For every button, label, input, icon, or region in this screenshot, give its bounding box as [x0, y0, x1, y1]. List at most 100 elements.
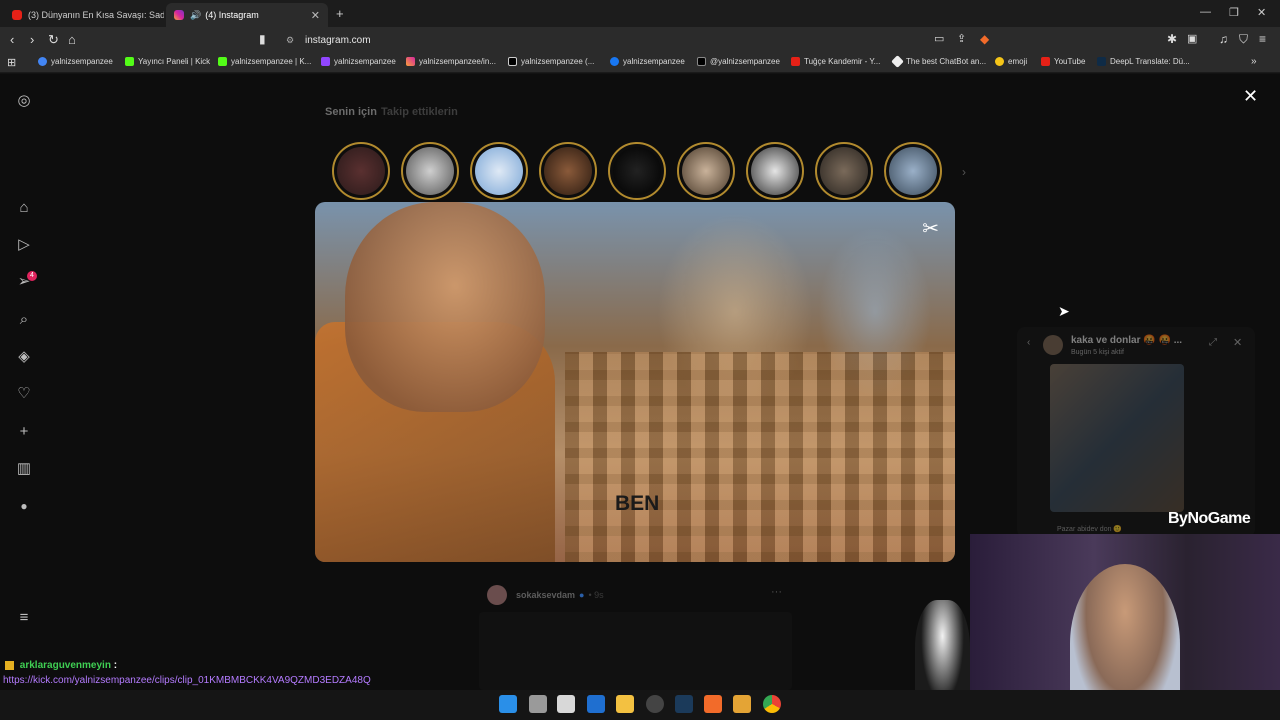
chat-overlay-link[interactable]: https://kick.com/yalnizsempanzee/clips/c… — [3, 675, 371, 686]
tab-instagram[interactable]: 🔊 (4) Instagram ✕ — [166, 3, 328, 27]
brave-icon[interactable] — [704, 695, 722, 713]
maximize-button[interactable]: ❐ — [1229, 6, 1239, 19]
x-icon — [697, 57, 706, 66]
story-avatar[interactable] — [401, 142, 459, 200]
bookmark-item[interactable]: yalnizsempanzee — [38, 57, 113, 66]
bookmark-item[interactable]: emoji — [995, 57, 1027, 66]
apps-grid-icon[interactable]: ⊞ — [7, 56, 16, 69]
address-bar[interactable]: ⚙ instagram.com — [280, 30, 1000, 50]
bookmarks-bar: ⊞ yalnizsempanzee Yayıncı Paneli | Kick … — [0, 53, 1280, 73]
story-avatar[interactable] — [884, 142, 942, 200]
more-menu-icon[interactable]: ≡ — [15, 609, 33, 627]
bookmark-icon[interactable]: ▮ — [259, 32, 266, 46]
new-tab-button[interactable]: + — [336, 6, 344, 21]
bookmark-item[interactable]: The best ChatBot an... — [891, 55, 986, 68]
bookmark-item[interactable]: yalnizsempanzee — [610, 57, 685, 66]
explore-icon[interactable]: ◈ — [15, 348, 33, 366]
pastry-trays — [565, 352, 955, 562]
expand-icon[interactable]: ⤢ — [1209, 337, 1217, 348]
bookmark-item[interactable]: yalnizsempanzee (... — [508, 57, 594, 66]
photos-icon[interactable] — [587, 695, 605, 713]
chrome-icon[interactable] — [763, 695, 781, 713]
app-icon[interactable] — [557, 695, 575, 713]
close-icon[interactable]: ✕ — [1243, 86, 1258, 107]
bookmark-label: @yalnizsempanzee — [710, 57, 780, 66]
stories-next-icon[interactable]: › — [962, 165, 966, 179]
chat-popup[interactable]: ‹ kaka ve donlar 🤬 🤬 ... Bugün 5 kişi ak… — [1017, 327, 1255, 537]
bookmark-label: yalnizsempanzee | K... — [231, 57, 312, 66]
minimize-button[interactable]: — — [1200, 6, 1211, 18]
more-options-icon[interactable]: ··· — [771, 586, 782, 598]
reels-icon[interactable]: ▷ — [15, 236, 33, 254]
subscriber-badge-icon — [5, 660, 14, 670]
avatar — [889, 147, 937, 195]
chat-back-icon[interactable]: ‹ — [1027, 337, 1030, 348]
tiktok-icon — [508, 57, 517, 66]
notifications-heart-icon[interactable]: ♡ — [15, 385, 33, 403]
story-avatar[interactable] — [815, 142, 873, 200]
start-icon[interactable] — [499, 695, 517, 713]
story-avatar[interactable] — [539, 142, 597, 200]
bookmark-item[interactable]: Tuğçe Kandemir - Y... — [791, 57, 880, 66]
cast-icon[interactable]: ▭ — [934, 32, 944, 45]
deepl-icon — [1097, 57, 1106, 66]
bookmark-item[interactable]: yalnizsempanzee/in... — [406, 57, 496, 66]
site-info-icon[interactable]: ⚙ — [286, 35, 294, 46]
video-player[interactable]: BEN ✂ — [315, 202, 955, 562]
close-tab-icon[interactable]: ✕ — [311, 9, 320, 22]
bookmark-item[interactable]: DeepL Translate: Dü... — [1097, 57, 1190, 66]
media-icon[interactable]: ♫ — [1219, 32, 1228, 46]
more-bookmarks-icon[interactable]: » — [1251, 56, 1257, 67]
tab-youtube[interactable]: (3) Dünyanın En Kısa Savaşı: Sadece — [4, 3, 164, 27]
windows-taskbar — [0, 690, 1280, 720]
home-icon[interactable]: ⌂ — [15, 199, 33, 217]
tab-bar: (3) Dünyanın En Kısa Savaşı: Sadece 🔊 (4… — [0, 0, 1280, 27]
chat-media-grid[interactable] — [1050, 364, 1184, 512]
post-media[interactable] — [479, 612, 792, 690]
story-avatar[interactable] — [677, 142, 735, 200]
instagram-logo-icon[interactable]: ◎ — [15, 92, 33, 110]
avatar — [544, 147, 592, 195]
bookmark-item[interactable]: yalnizsempanzee — [321, 57, 396, 66]
obs-icon[interactable] — [646, 695, 664, 713]
menu-icon[interactable]: ≡ — [1259, 32, 1266, 46]
bookmark-item[interactable]: @yalnizsempanzee — [697, 57, 780, 66]
avatar — [820, 147, 868, 195]
brave-shield-icon[interactable]: ◆ — [980, 32, 989, 46]
search-icon[interactable]: ⌕ — [15, 311, 33, 329]
profile-avatar-icon[interactable]: ● — [15, 497, 33, 515]
bookmark-item[interactable]: YouTube — [1041, 57, 1085, 66]
story-avatar[interactable] — [746, 142, 804, 200]
task-view-icon[interactable] — [529, 695, 547, 713]
tab-for-you[interactable]: Senin için — [325, 106, 377, 118]
back-icon[interactable]: ‹ — [10, 32, 14, 47]
create-icon[interactable]: + — [15, 423, 33, 441]
tab-following[interactable]: Takip ettiklerin — [381, 106, 458, 118]
vpn-shield-icon[interactable]: ⛉ — [1239, 32, 1248, 47]
post-header: sokaksevdam ● • 9s — [487, 585, 604, 605]
close-window-button[interactable]: ✕ — [1257, 6, 1266, 19]
tab-title: (4) Instagram — [205, 10, 259, 20]
share-icon[interactable]: ⇪ — [957, 32, 966, 45]
bookmark-item[interactable]: yalnizsempanzee | K... — [218, 57, 311, 66]
forward-icon[interactable]: › — [30, 32, 34, 47]
home-icon[interactable]: ⌂ — [68, 32, 76, 47]
story-avatar[interactable] — [332, 142, 390, 200]
post-username[interactable]: sokaksevdam — [516, 590, 575, 600]
bookmark-label: yalnizsempanzee/in... — [419, 57, 496, 66]
url-text: instagram.com — [305, 34, 371, 46]
reload-icon[interactable]: ↻ — [48, 32, 59, 48]
steam-icon[interactable] — [675, 695, 693, 713]
file-explorer-icon[interactable] — [616, 695, 634, 713]
story-avatar[interactable] — [608, 142, 666, 200]
dashboard-icon[interactable]: ▥ — [15, 460, 33, 478]
sidebar-toggle-icon[interactable]: ▣ — [1187, 32, 1197, 45]
story-avatar[interactable] — [470, 142, 528, 200]
chatbot-icon — [891, 55, 904, 68]
extensions-icon[interactable]: ✱ — [1167, 32, 1177, 46]
avatar[interactable] — [487, 585, 507, 605]
bookmark-item[interactable]: Yayıncı Paneli | Kick — [125, 57, 210, 66]
instagram-icon — [174, 10, 184, 20]
app-icon[interactable] — [733, 695, 751, 713]
close-chat-icon[interactable]: ✕ — [1233, 336, 1242, 349]
